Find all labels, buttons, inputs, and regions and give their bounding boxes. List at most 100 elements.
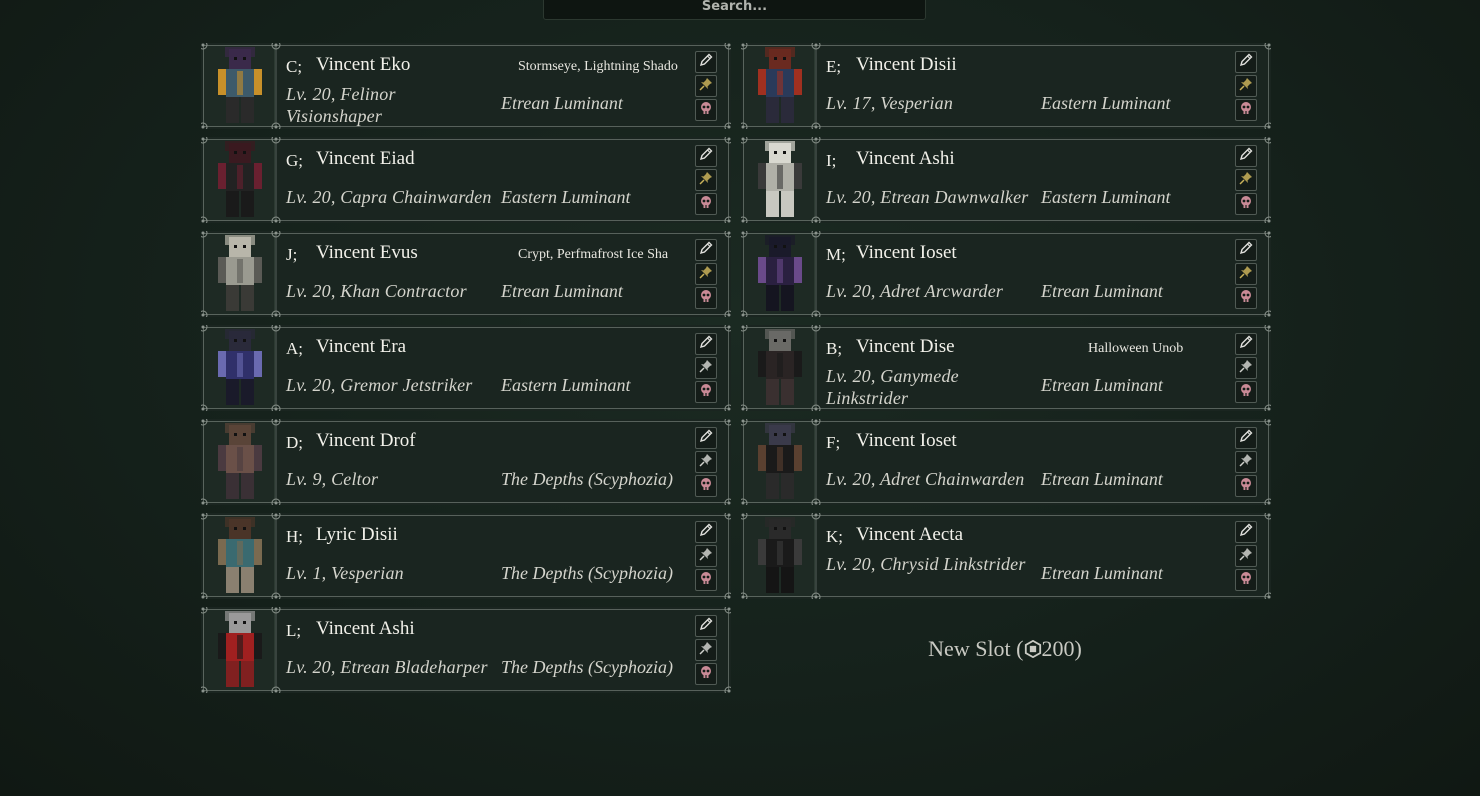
pin-button[interactable] — [1235, 263, 1257, 285]
delete-button[interactable] — [695, 663, 717, 685]
pin-button[interactable] — [695, 545, 717, 567]
edit-button[interactable] — [695, 145, 717, 167]
character-level-race: Lv. 20, Ganymede Linkstrider — [826, 366, 959, 408]
skull-icon — [1238, 570, 1254, 591]
character-level-race: Lv. 20, Adret Chainwarden — [826, 469, 1025, 489]
pin-button[interactable] — [695, 357, 717, 379]
card-background — [741, 137, 1271, 223]
character-faction: Eastern Luminant — [501, 375, 631, 395]
pin-icon — [698, 264, 714, 285]
edit-button[interactable] — [695, 333, 717, 355]
delete-button[interactable] — [695, 99, 717, 121]
edit-button[interactable] — [1235, 521, 1257, 543]
pin-button[interactable] — [695, 451, 717, 473]
delete-button[interactable] — [695, 193, 717, 215]
card-background — [741, 419, 1271, 505]
character-name: Vincent Ashi — [856, 148, 955, 169]
edit-button[interactable] — [1235, 51, 1257, 73]
character-slot-card[interactable]: K; Vincent Aecta Lv. 20, Chrysid Linkstr… — [741, 513, 1271, 599]
character-slot-card[interactable]: L; Vincent Ashi Lv. 20, Etrean Bladeharp… — [201, 607, 731, 693]
edit-button[interactable] — [1235, 427, 1257, 449]
pin-button[interactable] — [1235, 75, 1257, 97]
card-background — [201, 513, 731, 599]
delete-button[interactable] — [1235, 381, 1257, 403]
pin-button[interactable] — [1235, 451, 1257, 473]
character-name: Vincent Eiad — [316, 148, 415, 169]
card-background — [201, 607, 731, 693]
card-background — [201, 137, 731, 223]
slot-letter: F; — [826, 433, 841, 452]
character-portrait — [743, 327, 815, 409]
pencil-icon — [1238, 428, 1254, 449]
pin-button[interactable] — [695, 169, 717, 191]
character-portrait — [743, 45, 815, 127]
pin-button[interactable] — [695, 75, 717, 97]
character-faction: Etrean Luminant — [501, 93, 623, 113]
character-name: Vincent Eko — [316, 54, 411, 75]
pencil-icon — [1238, 522, 1254, 543]
pin-button[interactable] — [1235, 169, 1257, 191]
character-level-race: Lv. 20, Felinor Visionshaper — [286, 84, 396, 126]
character-slot-card[interactable]: J; Vincent Evus Crypt, Perfmafrost Ice S… — [201, 231, 731, 317]
character-slot-card[interactable]: E; Vincent Disii Lv. 17, Vesperian Easte… — [741, 43, 1271, 129]
pencil-icon — [698, 428, 714, 449]
delete-button[interactable] — [1235, 193, 1257, 215]
character-slot-card[interactable]: D; Vincent Drof Lv. 9, Celtor The Depths… — [201, 419, 731, 505]
character-name: Vincent Evus — [316, 242, 418, 263]
edit-button[interactable] — [1235, 239, 1257, 261]
edit-button[interactable] — [695, 521, 717, 543]
delete-button[interactable] — [1235, 475, 1257, 497]
character-portrait — [203, 233, 275, 315]
character-level-race: Lv. 1, Vesperian — [286, 563, 404, 583]
edit-button[interactable] — [695, 51, 717, 73]
character-level-race: Lv. 20, Capra Chainwarden — [286, 187, 492, 207]
delete-button[interactable] — [695, 475, 717, 497]
edit-button[interactable] — [1235, 145, 1257, 167]
delete-button[interactable] — [695, 287, 717, 309]
skull-icon — [1238, 476, 1254, 497]
skull-icon — [1238, 288, 1254, 309]
character-faction: The Depths (Scyphozia) — [501, 563, 673, 583]
character-slot-card[interactable]: I; Vincent Ashi Lv. 20, Etrean Dawnwalke… — [741, 137, 1271, 223]
character-name: Vincent Aecta — [856, 524, 964, 545]
character-name: Vincent Ashi — [316, 618, 415, 639]
character-slot-card[interactable]: B; Vincent Dise Halloween Unob Lv. 20, G… — [741, 325, 1271, 411]
edit-button[interactable] — [695, 239, 717, 261]
slot-letter: J; — [286, 245, 298, 264]
pencil-icon — [698, 616, 714, 637]
character-faction: Eastern Luminant — [501, 187, 631, 207]
character-slot-card[interactable]: A; Vincent Era Lv. 20, Gremor Jetstriker… — [201, 325, 731, 411]
delete-button[interactable] — [695, 569, 717, 591]
edit-button[interactable] — [695, 427, 717, 449]
slot-letter: L; — [286, 621, 302, 640]
slot-letter: G; — [286, 151, 303, 170]
character-slot-card[interactable]: C; Vincent Eko Stormseye, Lightning Shad… — [201, 43, 731, 129]
character-level-race: Lv. 20, Etrean Bladeharper — [286, 657, 488, 677]
card-background — [201, 231, 731, 317]
delete-button[interactable] — [1235, 569, 1257, 591]
pin-icon — [1238, 358, 1254, 379]
pencil-icon — [698, 240, 714, 261]
search-input[interactable] — [543, 0, 926, 20]
pencil-icon — [1238, 334, 1254, 355]
character-slot-card[interactable]: H; Lyric Disii Lv. 1, Vesperian The Dept… — [201, 513, 731, 599]
character-slot-card[interactable]: G; Vincent Eiad Lv. 20, Capra Chainwarde… — [201, 137, 731, 223]
character-name: Vincent Drof — [316, 430, 416, 451]
pencil-icon — [698, 334, 714, 355]
delete-button[interactable] — [695, 381, 717, 403]
delete-button[interactable] — [1235, 99, 1257, 121]
pin-button[interactable] — [1235, 357, 1257, 379]
slot-letter: E; — [826, 57, 842, 76]
new-slot-button[interactable]: New Slot (200) — [860, 636, 1150, 662]
edit-button[interactable] — [695, 615, 717, 637]
pin-button[interactable] — [695, 263, 717, 285]
edit-button[interactable] — [1235, 333, 1257, 355]
delete-button[interactable] — [1235, 287, 1257, 309]
character-slot-card[interactable]: F; Vincent Ioset Lv. 20, Adret Chainward… — [741, 419, 1271, 505]
pin-icon — [698, 640, 714, 661]
pencil-icon — [698, 52, 714, 73]
character-slot-card[interactable]: M; Vincent Ioset Lv. 20, Adret Arcwarder… — [741, 231, 1271, 317]
pin-button[interactable] — [695, 639, 717, 661]
pin-button[interactable] — [1235, 545, 1257, 567]
character-level-race: Lv. 20, Chrysid Linkstrider — [826, 554, 1026, 574]
